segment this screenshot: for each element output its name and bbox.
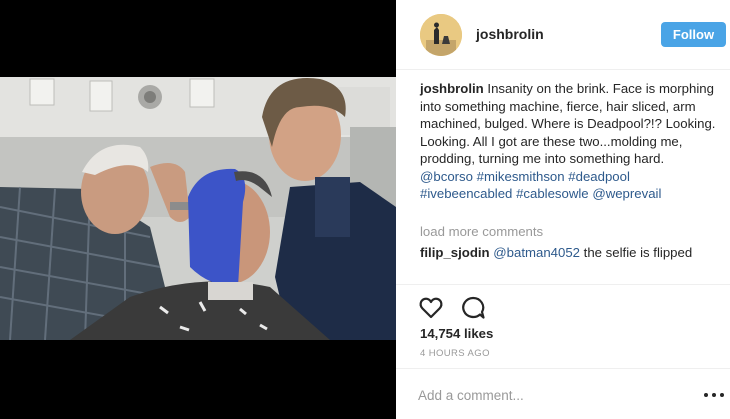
post-header: joshbrolin Follow bbox=[396, 0, 730, 70]
post-timestamp: 4 HOURS AGO bbox=[420, 348, 490, 359]
post-photo[interactable] bbox=[0, 77, 396, 340]
likes-count[interactable]: 14,754 likes bbox=[420, 326, 493, 341]
comment-mention-link[interactable]: @batman4052 bbox=[493, 245, 580, 260]
caption-tag[interactable]: #cablesowle bbox=[516, 186, 589, 201]
caption-tag[interactable]: @bcorso bbox=[420, 169, 473, 184]
post-media bbox=[0, 0, 396, 419]
comment-username-link[interactable]: filip_sjodin bbox=[420, 245, 490, 260]
comment-text: the selfie is flipped bbox=[583, 245, 693, 260]
add-comment-input[interactable] bbox=[418, 383, 678, 407]
more-options-icon[interactable] bbox=[702, 391, 726, 399]
header-username-link[interactable]: joshbrolin bbox=[476, 26, 544, 42]
avatar-image bbox=[420, 14, 462, 56]
heart-icon[interactable] bbox=[418, 295, 444, 321]
caption-tag[interactable]: #deadpool bbox=[568, 169, 630, 184]
caption-tag[interactable]: #mikesmithson bbox=[477, 169, 565, 184]
post-details-panel: joshbrolin Follow joshbrolin Insanity on… bbox=[396, 0, 730, 419]
comment-bubble-icon[interactable] bbox=[460, 295, 486, 321]
photo-illustration bbox=[0, 77, 396, 340]
add-comment-bar bbox=[396, 368, 730, 419]
post-actions bbox=[396, 284, 730, 320]
caption-tag[interactable]: #ivebeencabled bbox=[420, 186, 512, 201]
post-caption: joshbrolin Insanity on the brink. Face i… bbox=[420, 80, 720, 203]
comment-item: filip_sjodin @batman4052 the selfie is f… bbox=[420, 244, 720, 262]
load-more-comments-link[interactable]: load more comments bbox=[420, 224, 543, 239]
caption-tag[interactable]: @weprevail bbox=[592, 186, 661, 201]
caption-username-link[interactable]: joshbrolin bbox=[420, 81, 484, 96]
profile-avatar-icon[interactable] bbox=[420, 14, 462, 56]
follow-button[interactable]: Follow bbox=[661, 22, 726, 47]
